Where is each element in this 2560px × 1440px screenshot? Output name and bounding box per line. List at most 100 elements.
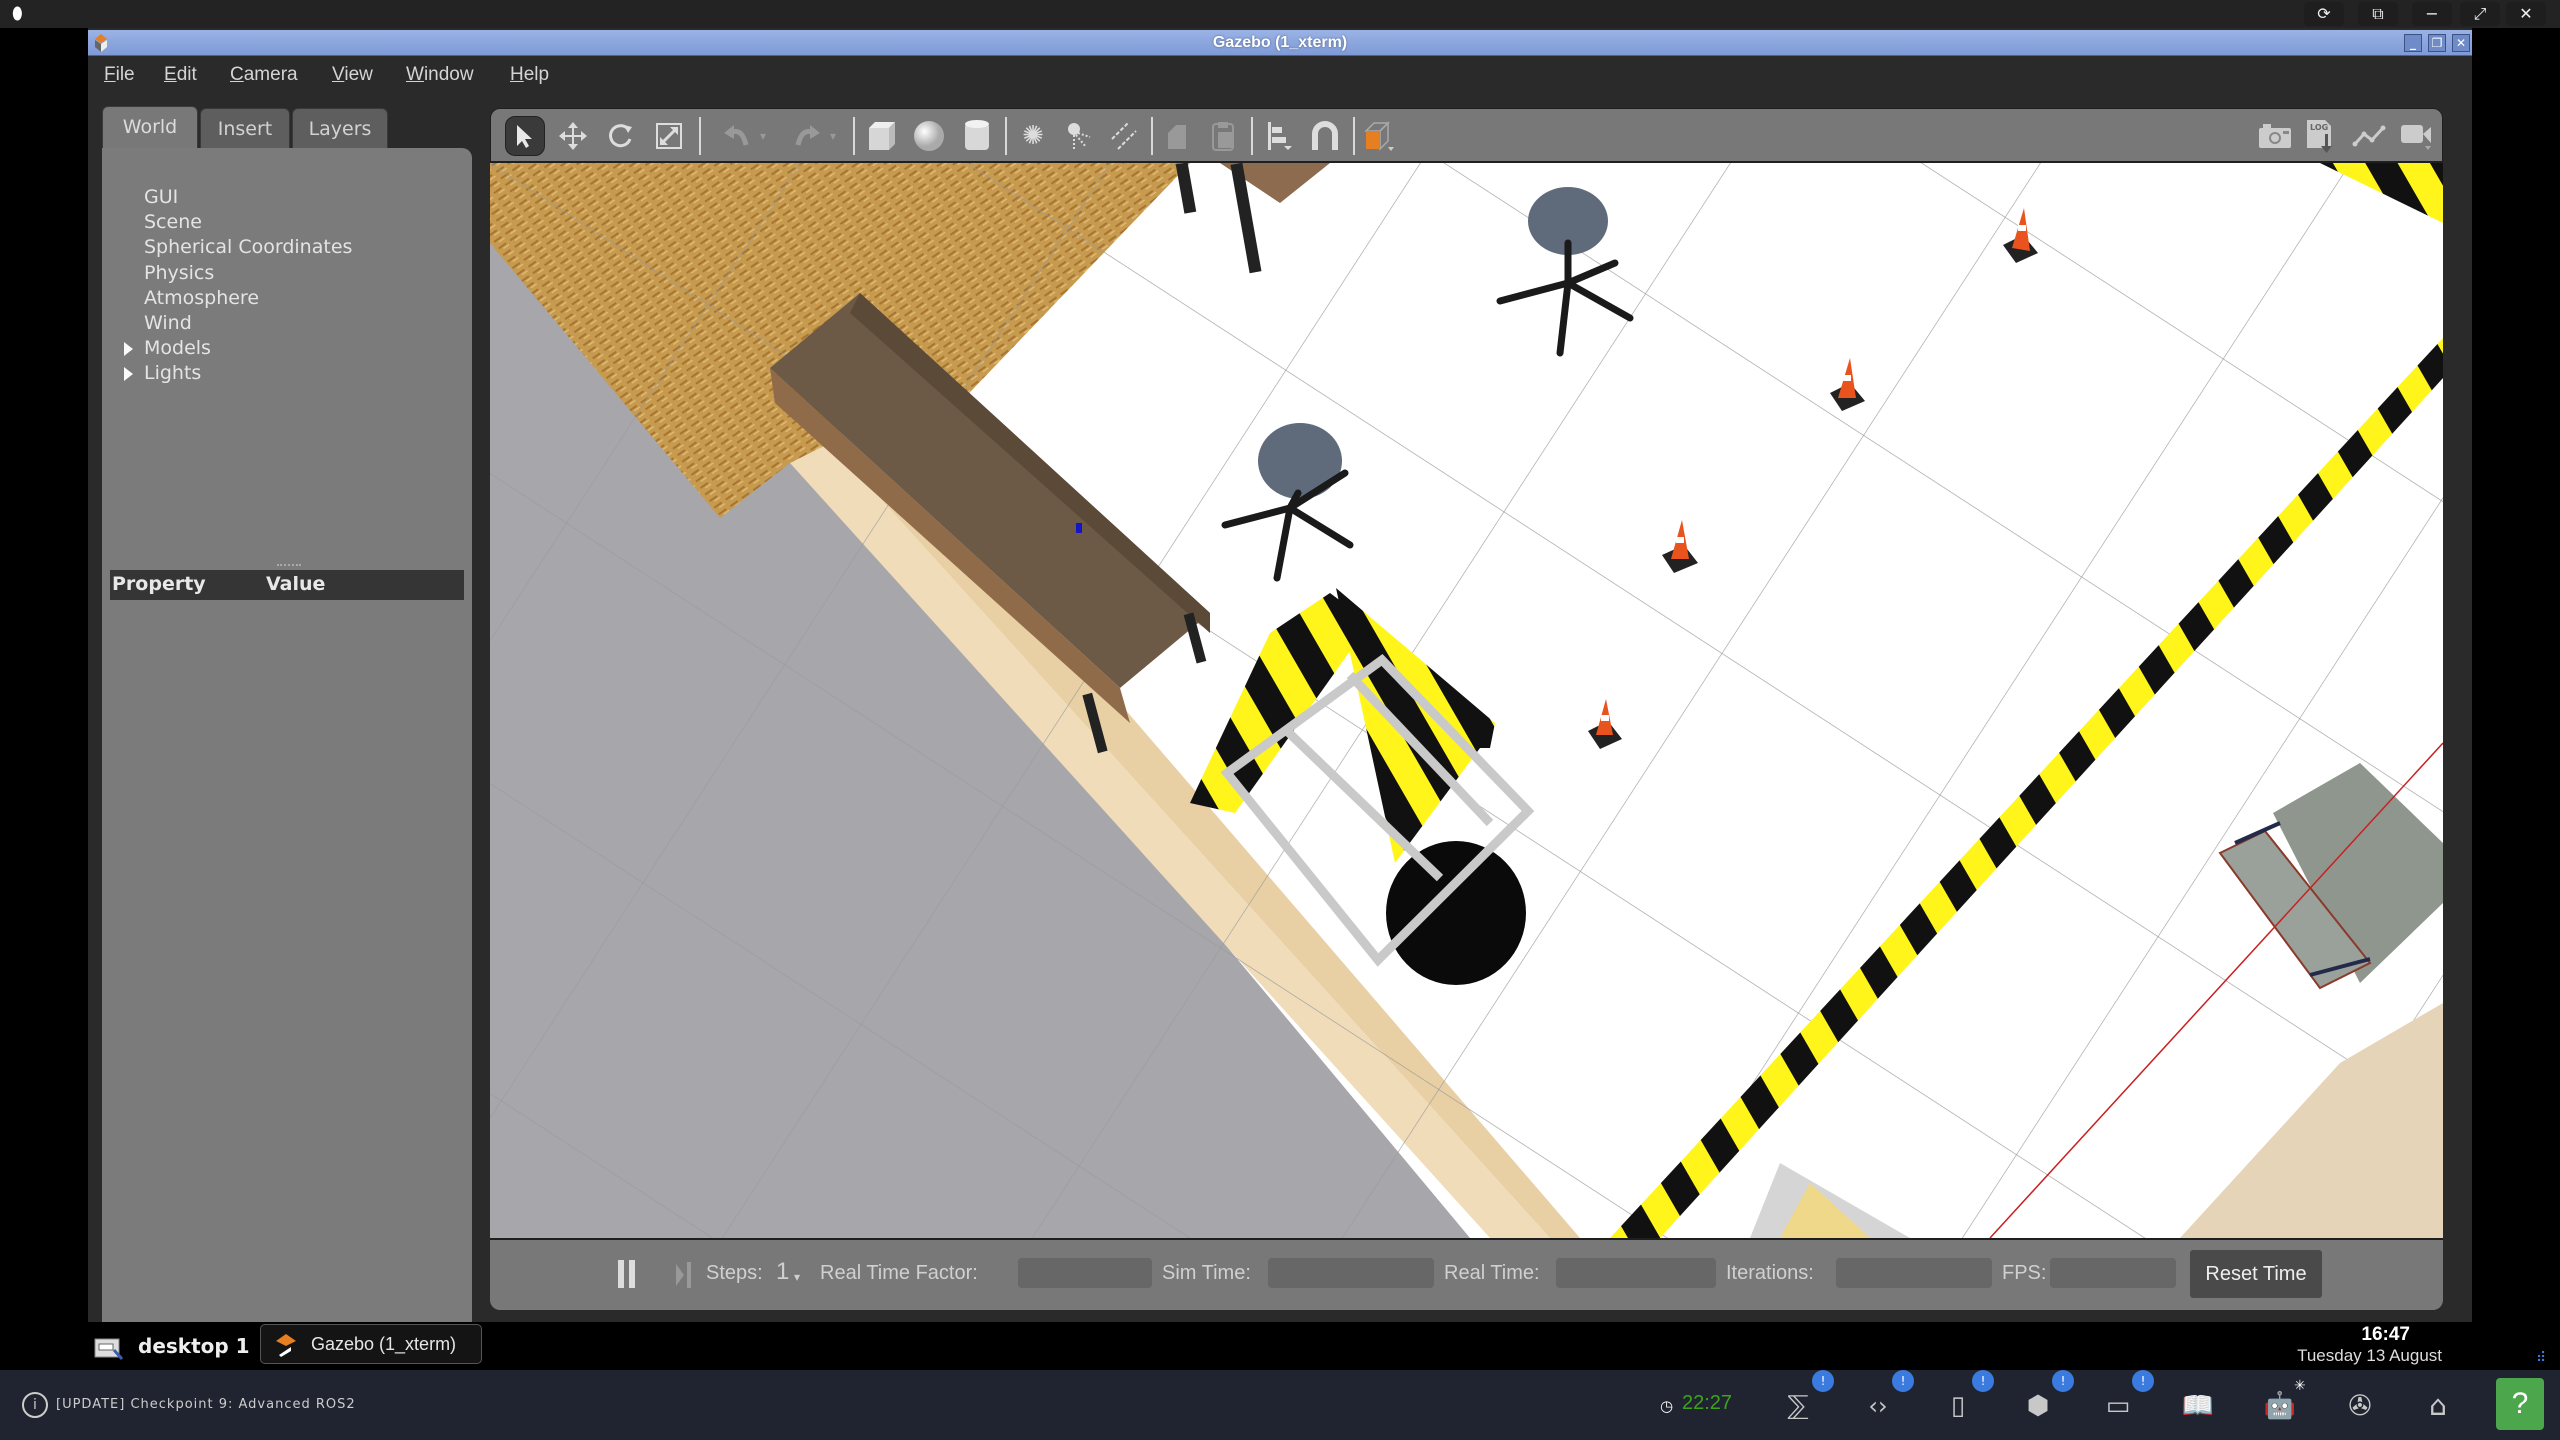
tree-item-lights[interactable]: Lights [144, 362, 201, 384]
steps-value[interactable]: 1 [776, 1258, 789, 1286]
3d-viewport[interactable] [490, 163, 2443, 1238]
toolbar-separator [853, 117, 855, 155]
window-minimize-button[interactable]: _ [2404, 34, 2422, 52]
cylinder-shape-icon[interactable] [957, 116, 997, 156]
box-shape-icon[interactable] [861, 116, 901, 156]
expand-arrow-icon[interactable] [124, 367, 133, 381]
tree-item-atmosphere[interactable]: Atmosphere [144, 287, 259, 309]
steps-dropdown-icon[interactable]: ▾ [794, 1270, 800, 1284]
minimize-icon[interactable]: − [2412, 2, 2452, 26]
snap-magnet-icon[interactable] [1305, 116, 1345, 156]
clock-time: 16:47 [2361, 1324, 2410, 1345]
real-time-field [1556, 1258, 1716, 1288]
close-icon[interactable]: ✕ [2506, 2, 2546, 26]
view-angle-icon[interactable] [1359, 116, 1399, 156]
value-column-header: Value [266, 573, 326, 595]
code-editor-icon[interactable]: ‹› [1860, 1388, 1896, 1424]
sim-time-field [1268, 1258, 1434, 1288]
steps-label: Steps: [706, 1262, 763, 1284]
tree-item-scene[interactable]: Scene [144, 211, 202, 233]
tree-item-wind[interactable]: Wind [144, 312, 192, 334]
log-icon[interactable]: LOG [2301, 116, 2341, 156]
real-time-factor-label: Real Time Factor: [820, 1262, 978, 1284]
copy-icon[interactable] [1157, 116, 1197, 156]
screenshot-camera-icon[interactable] [2255, 116, 2295, 156]
directional-light-icon[interactable] [1103, 116, 1143, 156]
scene-toolbar: ▾ ▾ ✺ LOG [490, 108, 2443, 163]
plot-icon[interactable] [2349, 116, 2389, 156]
menu-help[interactable]: Help [510, 64, 549, 86]
reset-time-button[interactable]: Reset Time [2190, 1250, 2322, 1298]
resize-grip-icon[interactable]: ⠾ [2536, 1350, 2546, 1366]
notification-badge: ! [1812, 1370, 1834, 1392]
menu-camera[interactable]: Camera [230, 64, 298, 86]
window-close-button[interactable]: ✕ [2452, 34, 2470, 52]
tree-item-models[interactable]: Models [144, 337, 211, 359]
refresh-icon[interactable]: ⟳ [2304, 2, 2344, 26]
window-title-bar[interactable]: Gazebo (1_xterm) _ ❐ ✕ [88, 30, 2472, 56]
point-light-icon[interactable]: ✺ [1013, 116, 1053, 156]
property-column-header: Property [112, 573, 206, 595]
fullscreen-icon[interactable]: ⤢ [2460, 2, 2500, 26]
help-button[interactable]: ? [2496, 1378, 2544, 1430]
undo-icon[interactable] [717, 116, 757, 156]
translate-mode-icon[interactable] [553, 116, 593, 156]
tab-world[interactable]: World [102, 106, 198, 150]
sim-time-label: Sim Time: [1162, 1262, 1251, 1284]
desktop-label: desktop 1 [138, 1334, 250, 1358]
menu-view[interactable]: View [332, 64, 373, 86]
menu-bar: File Edit Camera View Window Help [88, 58, 2472, 90]
external-icon[interactable]: ⧉ [2358, 2, 2398, 26]
tab-insert[interactable]: Insert [200, 108, 290, 148]
redo-dropdown-icon[interactable]: ▾ [823, 116, 843, 156]
scale-mode-icon[interactable] [649, 116, 689, 156]
gazebo-taskbar-icon [276, 1334, 296, 1357]
window-title: Gazebo (1_xterm) [1212, 34, 1348, 51]
desktop-switcher-icon[interactable] [94, 1336, 124, 1360]
monitor-icon[interactable]: ▭ [2100, 1388, 2136, 1424]
taskbar: desktop 1 Gazebo (1_xterm) 16:47 Tuesday… [0, 1322, 2560, 1370]
expand-arrow-icon[interactable] [124, 342, 133, 356]
gazebo-window: Gazebo (1_xterm) _ ❐ ✕ File Edit Camera … [88, 28, 2472, 1336]
menu-edit[interactable]: Edit [164, 64, 197, 86]
toolbar-separator [1251, 117, 1253, 155]
select-mode-icon[interactable] [505, 116, 545, 156]
iterations-field [1836, 1258, 1992, 1288]
terminal-icon[interactable]: ⅀ [1780, 1388, 1816, 1424]
notification-badge: ! [2132, 1370, 2154, 1392]
fps-label: FPS: [2002, 1262, 2047, 1284]
tree-item-gui[interactable]: GUI [144, 186, 178, 208]
paste-icon[interactable] [1203, 116, 1243, 156]
gazebo-dock-icon[interactable]: ⬢ [2020, 1388, 2056, 1424]
svg-text:LOG: LOG [2310, 123, 2328, 132]
book-icon[interactable]: 📖 [2180, 1388, 2216, 1424]
simulation-control-bar: Steps: 1 ▾ Real Time Factor: Sim Time: R… [490, 1238, 2443, 1310]
fps-field [2050, 1258, 2176, 1288]
desktop-top-bar: ⬮ ⟳ ⧉ − ⤢ ✕ [0, 0, 2560, 28]
align-icon[interactable] [1259, 116, 1299, 156]
window-restore-button[interactable]: ❐ [2428, 34, 2446, 52]
tab-layers[interactable]: Layers [292, 108, 388, 148]
tree-item-spherical-coordinates[interactable]: Spherical Coordinates [144, 236, 352, 258]
ai-chat-icon[interactable]: ✇ [2342, 1388, 2378, 1424]
notebook-icon[interactable]: ▯ [1940, 1388, 1976, 1424]
spot-light-icon[interactable] [1059, 116, 1099, 156]
panel-splitter-handle[interactable] [277, 564, 301, 567]
pause-button[interactable] [618, 1260, 636, 1288]
info-icon: i [22, 1392, 48, 1418]
video-record-icon[interactable] [2397, 116, 2437, 156]
clock-date: Tuesday 13 August [2297, 1346, 2442, 1365]
menu-file[interactable]: File [104, 64, 135, 86]
menu-window[interactable]: Window [406, 64, 474, 86]
rotate-mode-icon[interactable] [601, 116, 641, 156]
notification-text[interactable]: [UPDATE] Checkpoint 9: Advanced ROS2 [56, 1397, 356, 1412]
step-button[interactable] [676, 1262, 692, 1288]
taskbar-gazebo-button[interactable]: Gazebo (1_xterm) [260, 1324, 482, 1364]
robot-assistant-icon[interactable]: 🤖 [2262, 1388, 2298, 1424]
world-panel: GUI Scene Spherical Coordinates Physics … [102, 148, 472, 1336]
home-icon[interactable]: ⌂ [2420, 1388, 2456, 1424]
redo-icon[interactable] [787, 116, 827, 156]
undo-dropdown-icon[interactable]: ▾ [753, 116, 773, 156]
sphere-shape-icon[interactable] [909, 116, 949, 156]
tree-item-physics[interactable]: Physics [144, 262, 214, 284]
